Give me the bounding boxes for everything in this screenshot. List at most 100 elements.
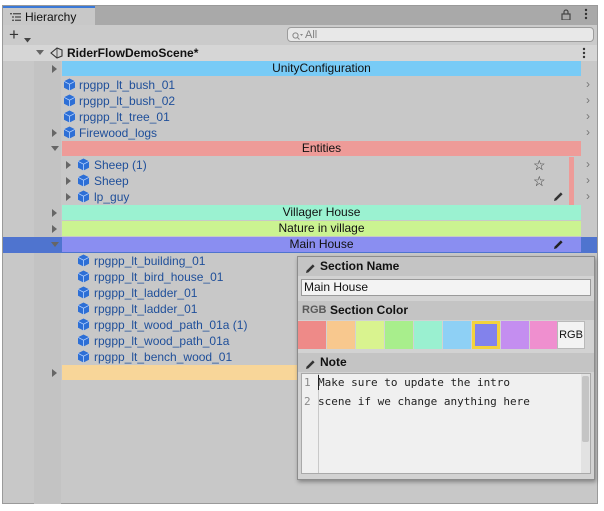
item-label: Firewood_logs bbox=[79, 126, 158, 140]
section-row-main-house[interactable]: Main House bbox=[3, 237, 597, 253]
list-item[interactable]: rpgpp_lt_bush_01 › bbox=[3, 77, 597, 93]
note-line: scene if we change anything here bbox=[318, 395, 530, 408]
section-row-villager-house[interactable]: Villager House bbox=[3, 205, 597, 221]
item-label: rpgpp_lt_ladder_01 bbox=[94, 286, 198, 300]
color-swatch-orange[interactable] bbox=[327, 321, 355, 349]
item-label: Sheep bbox=[94, 174, 129, 188]
item-label: rpgpp_lt_wood_path_01a (1) bbox=[94, 318, 248, 332]
item-label: rpgpp_lt_bush_02 bbox=[79, 94, 176, 108]
expand-arrow-icon[interactable] bbox=[52, 129, 57, 137]
prefab-cube-icon bbox=[77, 158, 90, 171]
section-name-title: Section Name bbox=[320, 259, 400, 273]
prefab-cube-icon bbox=[77, 190, 90, 203]
chevron-down-icon[interactable] bbox=[24, 32, 31, 46]
list-item[interactable]: Sheep (1) ☆ › bbox=[3, 157, 597, 173]
rgb-color-icon: RGB bbox=[302, 304, 327, 316]
expand-arrow-icon[interactable] bbox=[51, 242, 59, 247]
chevron-right-icon[interactable]: › bbox=[586, 173, 590, 187]
expand-arrow-icon[interactable] bbox=[52, 225, 57, 233]
scrollbar-thumb[interactable] bbox=[582, 376, 589, 442]
list-item[interactable]: Sheep ☆ › bbox=[3, 173, 597, 189]
hierarchy-list-icon bbox=[10, 11, 22, 25]
lock-icon[interactable] bbox=[561, 9, 571, 23]
prefab-cube-icon bbox=[77, 334, 90, 347]
item-label: rpgpp_lt_ladder_01 bbox=[94, 302, 198, 316]
section-color-header: RGB Section Color bbox=[298, 301, 594, 320]
item-label: rpgpp_lt_bench_wood_01 bbox=[94, 350, 233, 364]
section-label: Villager House bbox=[62, 205, 581, 220]
item-label: rpgpp_lt_tree_01 bbox=[79, 110, 170, 124]
expand-arrow-icon[interactable] bbox=[51, 146, 59, 151]
prefab-cube-icon bbox=[63, 94, 76, 107]
chevron-right-icon[interactable]: › bbox=[586, 125, 590, 139]
section-color-title: Section Color bbox=[330, 303, 409, 317]
note-title: Note bbox=[320, 355, 347, 369]
chevron-right-icon[interactable]: › bbox=[586, 189, 590, 203]
chevron-right-icon[interactable]: › bbox=[586, 93, 590, 107]
star-icon[interactable]: ☆ bbox=[533, 157, 546, 174]
prefab-cube-icon bbox=[77, 174, 90, 187]
note-scrollbar[interactable] bbox=[581, 374, 590, 473]
search-input[interactable]: All bbox=[287, 27, 594, 42]
section-row-entities[interactable]: Entities bbox=[3, 141, 597, 157]
prefab-cube-icon bbox=[63, 110, 76, 123]
section-label: Entities bbox=[62, 141, 581, 156]
chevron-right-icon[interactable]: › bbox=[586, 109, 590, 123]
prefab-cube-icon bbox=[77, 302, 90, 315]
scene-menu-icon[interactable] bbox=[582, 47, 586, 62]
section-row-unity-configuration[interactable]: UnityConfiguration bbox=[3, 61, 597, 77]
section-label: UnityConfiguration bbox=[62, 61, 581, 76]
item-label: rpgpp_lt_building_01 bbox=[94, 254, 206, 268]
pencil-icon[interactable] bbox=[553, 239, 564, 253]
expand-arrow-icon[interactable] bbox=[52, 65, 57, 73]
color-swatch-red[interactable] bbox=[298, 321, 326, 349]
color-swatch-green[interactable] bbox=[385, 321, 413, 349]
text-caret bbox=[318, 375, 319, 390]
color-swatch-yellow-green[interactable] bbox=[356, 321, 384, 349]
list-item[interactable]: rpgpp_lt_bush_02 › bbox=[3, 93, 597, 109]
prefab-cube-icon bbox=[63, 126, 76, 139]
prefab-cube-icon bbox=[77, 286, 90, 299]
section-row-nature-in-village[interactable]: Nature in village bbox=[3, 221, 597, 237]
expand-arrow-icon[interactable] bbox=[52, 209, 57, 217]
unity-scene-icon bbox=[50, 47, 63, 62]
search-placeholder: All bbox=[305, 29, 318, 41]
item-label: lp_guy bbox=[94, 190, 130, 204]
section-label bbox=[62, 365, 299, 380]
chevron-right-icon[interactable]: › bbox=[586, 157, 590, 171]
section-label: Main House bbox=[62, 237, 581, 252]
list-item[interactable]: Firewood_logs › bbox=[3, 125, 597, 141]
section-name-input[interactable]: Main House bbox=[301, 279, 591, 296]
expand-arrow-icon[interactable] bbox=[66, 161, 71, 169]
more-options-icon[interactable] bbox=[584, 8, 588, 23]
prefab-cube-icon bbox=[63, 78, 76, 91]
item-label: rpgpp_lt_bird_house_01 bbox=[94, 270, 224, 284]
line-number: 2 bbox=[304, 395, 311, 408]
note-line: Make sure to update the intro bbox=[318, 376, 511, 389]
list-item[interactable]: lp_guy › bbox=[3, 189, 597, 205]
pencil-icon bbox=[305, 261, 316, 280]
color-swatch-pink[interactable] bbox=[530, 321, 558, 349]
chevron-right-icon[interactable]: › bbox=[586, 77, 590, 91]
color-swatch-purple[interactable] bbox=[501, 321, 529, 349]
color-swatch-blue-selected[interactable] bbox=[472, 321, 500, 349]
item-label: rpgpp_lt_bush_01 bbox=[79, 78, 176, 92]
item-label: Sheep (1) bbox=[94, 158, 147, 172]
expand-arrow-icon[interactable] bbox=[52, 369, 57, 377]
line-number: 1 bbox=[304, 376, 311, 389]
pencil-icon[interactable] bbox=[553, 191, 564, 205]
scene-name: RiderFlowDemoScene* bbox=[67, 46, 199, 60]
rgb-button[interactable]: RGB bbox=[557, 321, 585, 349]
expand-arrow-icon[interactable] bbox=[66, 177, 71, 185]
list-item[interactable]: rpgpp_lt_tree_01 › bbox=[3, 109, 597, 125]
item-label: rpgpp_lt_wood_path_01a bbox=[94, 334, 230, 348]
add-button[interactable]: + bbox=[9, 25, 19, 45]
expand-arrow-icon[interactable] bbox=[66, 193, 71, 201]
tab-hierarchy[interactable]: Hierarchy bbox=[3, 6, 95, 26]
tab-title: Hierarchy bbox=[25, 10, 77, 24]
expand-arrow-icon[interactable] bbox=[36, 50, 44, 55]
prefab-cube-icon bbox=[77, 254, 90, 267]
color-swatch-sky[interactable] bbox=[443, 321, 471, 349]
star-icon[interactable]: ☆ bbox=[533, 173, 546, 190]
color-swatch-mint[interactable] bbox=[414, 321, 442, 349]
